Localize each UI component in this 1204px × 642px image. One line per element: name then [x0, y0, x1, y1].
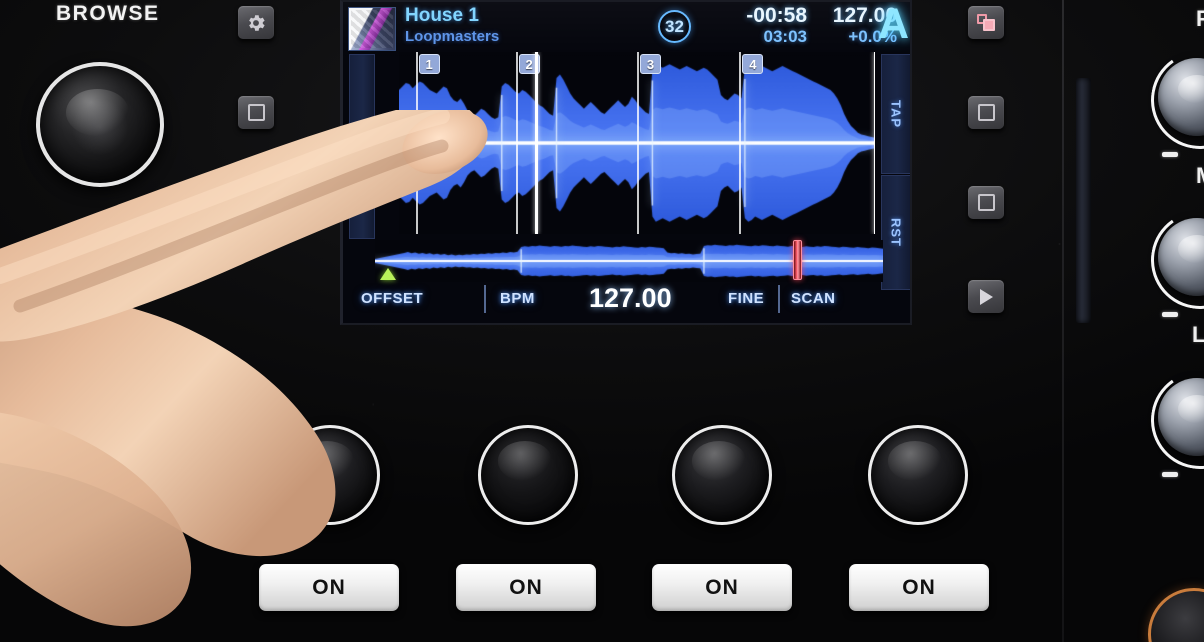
- thumb: [0, 412, 192, 627]
- square-outline-icon: [977, 104, 995, 121]
- play-icon: [979, 288, 993, 305]
- beat-count-badge[interactable]: 32: [658, 10, 691, 43]
- settings-gear-button[interactable]: [238, 6, 274, 39]
- on-button-4[interactable]: ON: [849, 564, 989, 611]
- beat-line-1: [415, 52, 418, 234]
- rst-tab[interactable]: RST: [881, 175, 910, 290]
- view-square-button[interactable]: [238, 96, 274, 129]
- eq-knob-high[interactable]: [1158, 58, 1204, 136]
- on-button-1[interactable]: ON: [259, 564, 399, 611]
- offset-label[interactable]: OFFSET: [361, 290, 423, 307]
- eq-tick-low: [1162, 472, 1178, 477]
- square-button-2[interactable]: [968, 186, 1004, 219]
- eq-knob-mid[interactable]: [1158, 218, 1204, 296]
- eq-knob-low[interactable]: [1158, 378, 1204, 456]
- footer-divider-1: [484, 285, 486, 313]
- track-title: House 1: [405, 5, 479, 26]
- playhead-marker[interactable]: [792, 240, 802, 280]
- square-outline-icon: [247, 104, 265, 121]
- panel-divider: [1062, 0, 1064, 642]
- beat-line-accent-0: [534, 52, 538, 234]
- fx-knob-4[interactable]: [868, 425, 968, 525]
- time-elapsed: 03:03: [763, 27, 807, 46]
- eq-label-high: F: [1196, 6, 1204, 31]
- beat-line-4: [739, 52, 742, 234]
- time-display: -00:58 03:03: [703, 4, 807, 47]
- eq-label-low: L: [1192, 322, 1204, 347]
- browse-knob[interactable]: [36, 62, 164, 187]
- time-remaining: -00:58: [746, 4, 807, 27]
- overview-waveform[interactable]: [375, 240, 883, 282]
- footer-bpm-value[interactable]: 127.00: [589, 283, 672, 314]
- footer-divider-2: [778, 285, 780, 313]
- tap-tab[interactable]: TAP: [881, 54, 910, 174]
- main-waveform[interactable]: 1234: [399, 52, 875, 234]
- square-button-1[interactable]: [968, 96, 1004, 129]
- beat-marker-4: 4: [742, 54, 764, 74]
- scan-label[interactable]: SCAN: [791, 290, 836, 307]
- tap-tab-label: TAP: [888, 99, 904, 129]
- lock-tab-label: LOCK: [354, 126, 370, 167]
- screen-header: House 1 Loopmasters 32 -00:58 03:03 127.…: [343, 2, 910, 52]
- fx-knob-1[interactable]: [280, 425, 380, 525]
- lock-tab[interactable]: LOCK: [349, 54, 375, 239]
- eq-tick-high: [1162, 152, 1178, 157]
- browse-label: BROWSE: [56, 2, 160, 25]
- deck-letter: A: [878, 0, 910, 48]
- bpm-label[interactable]: BPM: [500, 290, 535, 307]
- album-art-thumbnail: [348, 7, 396, 51]
- palm: [0, 295, 336, 557]
- beat-line-accent-1: [874, 52, 875, 234]
- fx-knob-3[interactable]: [672, 425, 772, 525]
- overview-waveform-canvas: [375, 240, 883, 282]
- beat-marker-1: 1: [418, 54, 440, 74]
- gear-icon: [249, 14, 265, 31]
- rst-tab-label: RST: [888, 218, 904, 247]
- copy-icon: [976, 13, 996, 32]
- track-artist: Loopmasters: [405, 28, 500, 45]
- beat-line-3: [637, 52, 639, 234]
- beat-marker-3: 3: [640, 54, 661, 74]
- screen-footer: OFFSET BPM 127.00 FINE SCAN: [343, 283, 910, 317]
- card-slot: [1076, 78, 1091, 323]
- fx-knob-2[interactable]: [478, 425, 578, 525]
- fine-label[interactable]: FINE: [728, 290, 764, 307]
- beat-line-2: [515, 52, 518, 234]
- copy-layer-button[interactable]: [968, 6, 1004, 39]
- on-button-2[interactable]: ON: [456, 564, 596, 611]
- cue-marker-icon: [380, 268, 397, 280]
- square-outline-icon: [977, 194, 995, 211]
- eq-label-mid: M: [1196, 163, 1204, 189]
- dj-controller-panel: BROWSE House 1 Loopmasters 32 -00:58 03:…: [0, 0, 1204, 642]
- play-button[interactable]: [968, 280, 1004, 313]
- on-button-3[interactable]: ON: [652, 564, 792, 611]
- filter-knob[interactable]: [1148, 588, 1204, 642]
- eq-tick-mid: [1162, 312, 1178, 317]
- deck-display-screen[interactable]: House 1 Loopmasters 32 -00:58 03:03 127.…: [340, 0, 912, 325]
